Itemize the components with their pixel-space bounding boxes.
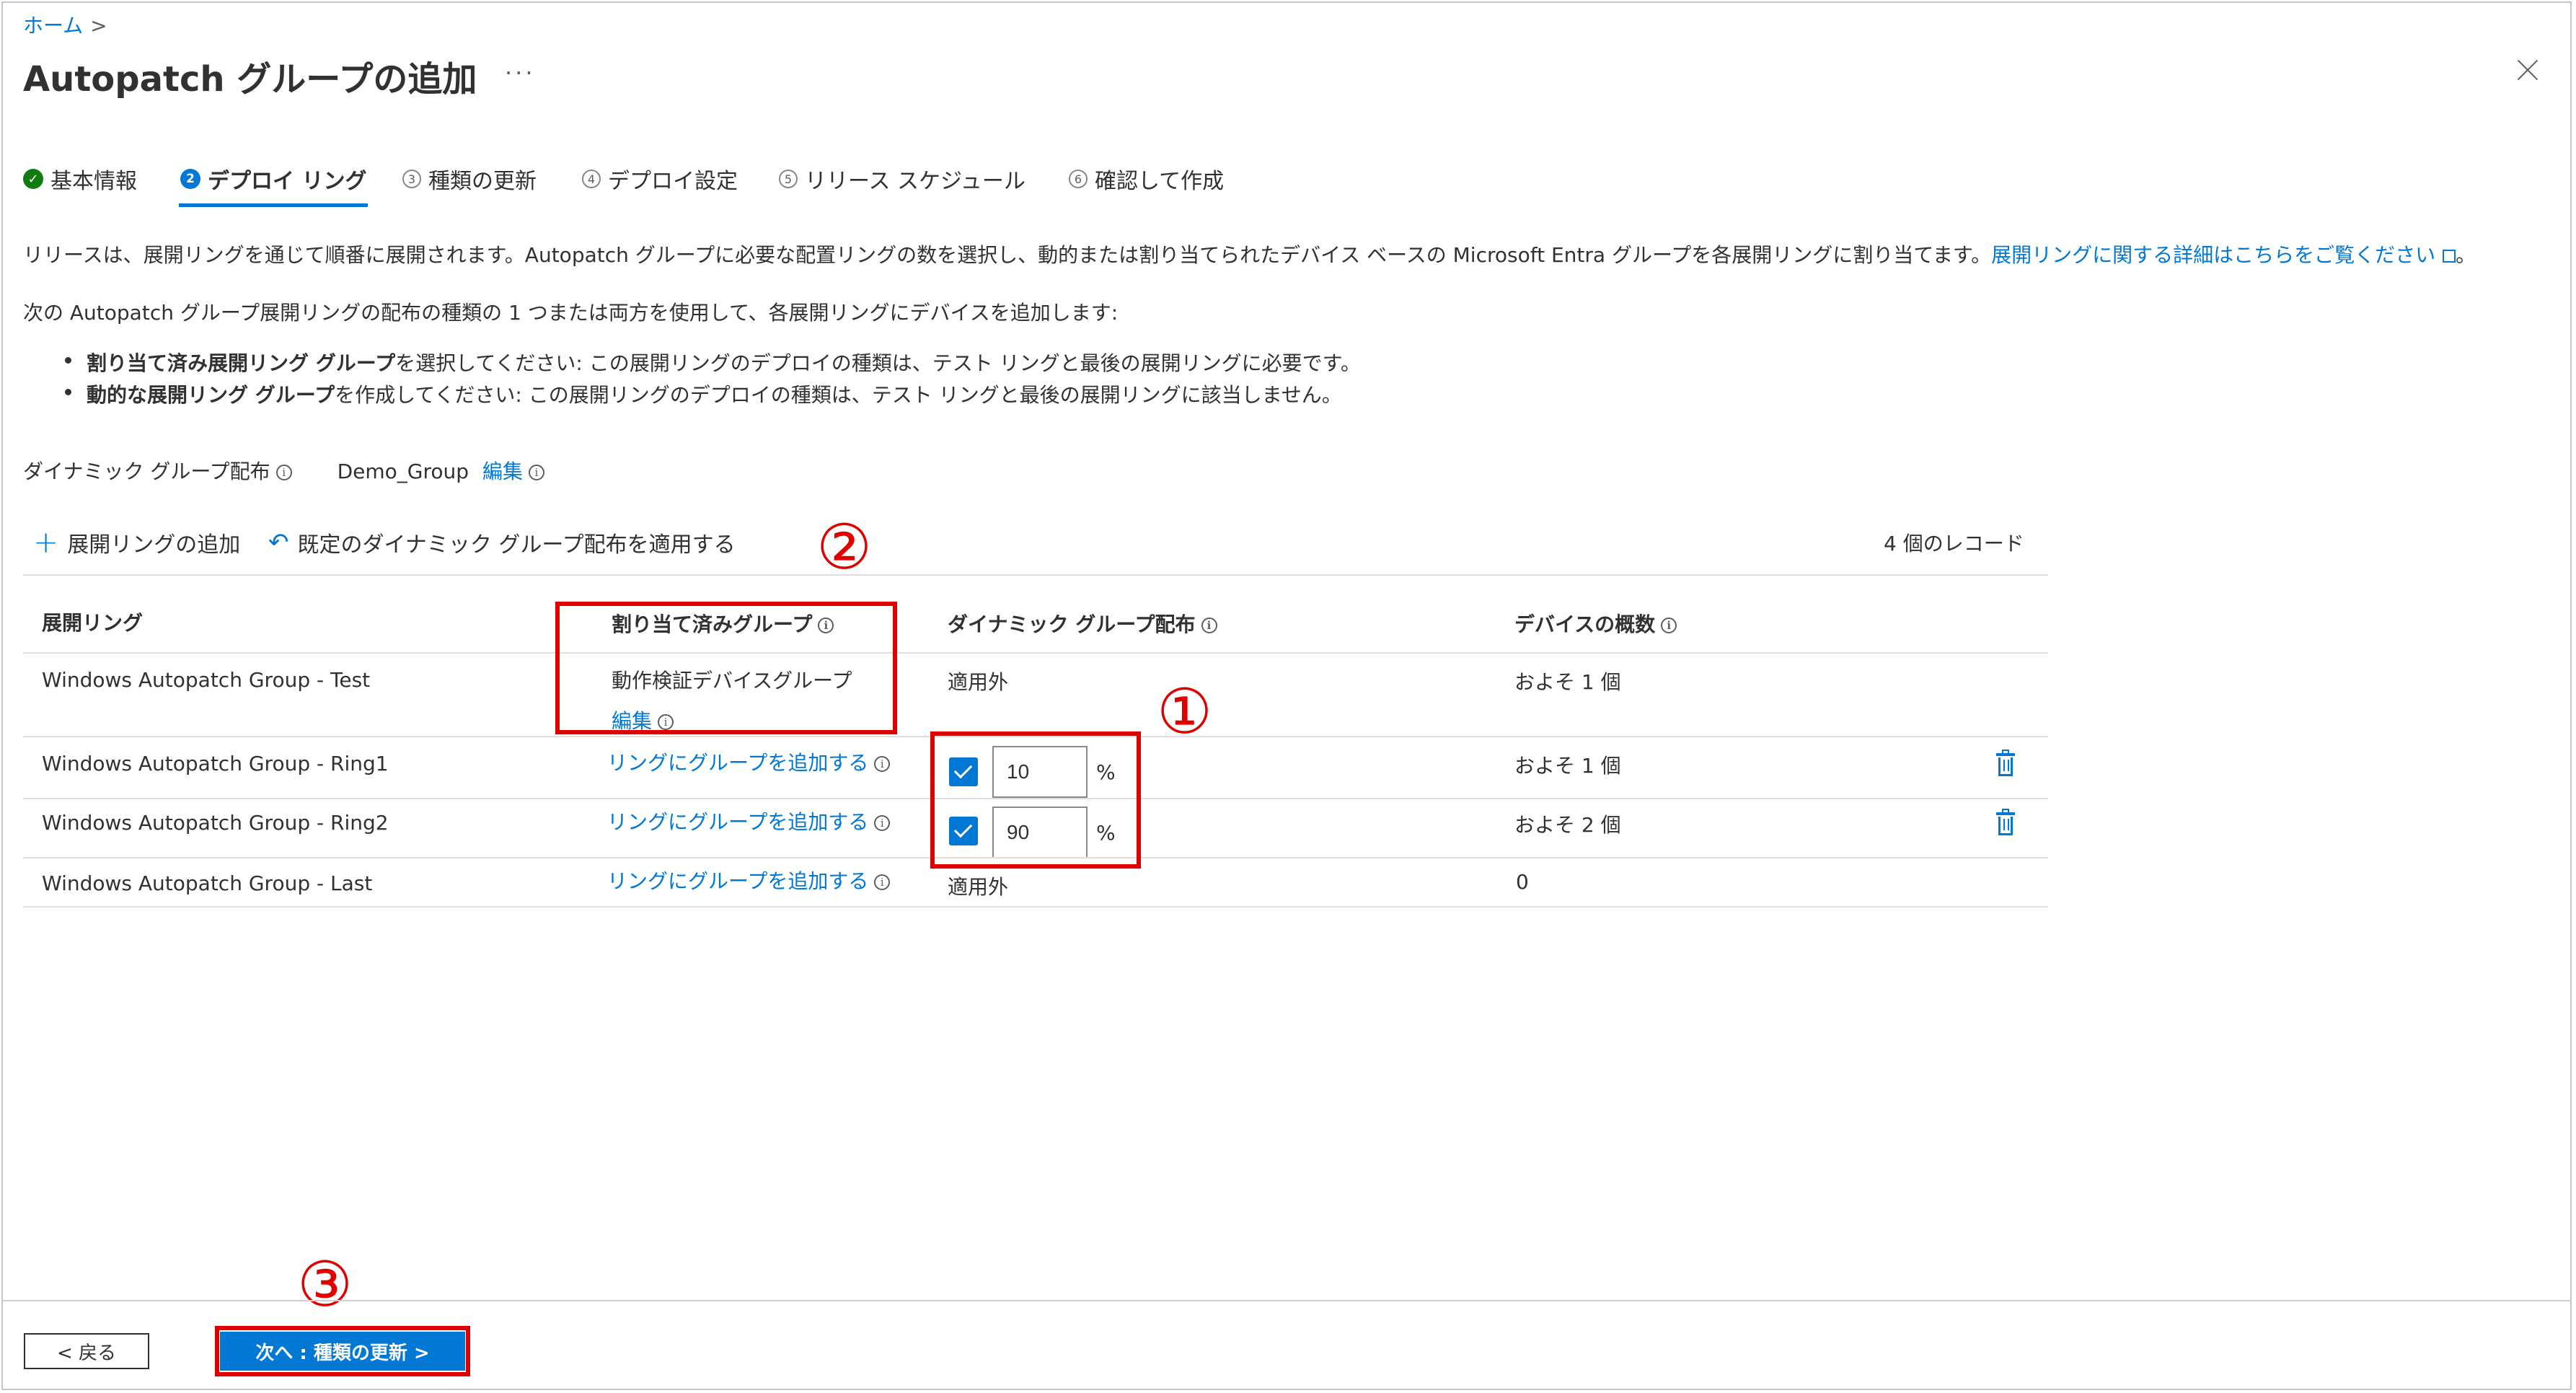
table-bottom-divider xyxy=(23,906,2048,908)
dynamic-distribution-edit-link[interactable]: 編集 xyxy=(482,460,523,483)
table-cell-ring: Windows Autopatch Group - Test xyxy=(42,668,371,692)
learn-more-link[interactable]: 展開リングに関する詳細はこちらをご覧ください xyxy=(1991,243,2435,267)
info-icon[interactable]: i xyxy=(1661,618,1677,633)
column-header-dynamic[interactable]: ダイナミック グループ配布 i xyxy=(948,609,1217,638)
apply-default-distribution-button[interactable]: ↶ 既定のダイナミック グループ配布を適用する xyxy=(268,527,736,558)
table-cell-devices: およそ 2 個 xyxy=(1514,813,1621,837)
info-icon[interactable]: i xyxy=(874,874,891,890)
window-frame xyxy=(1,1,2572,1390)
dynamic-distribution-row: ダイナミック グループ配布 i Demo_Group 編集 i xyxy=(23,456,544,485)
annotation-marker-2: ② xyxy=(816,511,873,584)
column-header-ring[interactable]: 展開リング xyxy=(42,607,143,636)
record-count: 4 個のレコード xyxy=(1884,532,2024,555)
instruction-bullet-assigned: 割り当て済み展開リング グループを選択してください: この展開リングのデプロイの… xyxy=(65,348,1361,377)
table-top-divider xyxy=(23,574,2048,576)
tab-label: 基本情報 xyxy=(50,169,137,194)
info-icon[interactable]: i xyxy=(874,815,891,831)
breadcrumb-home-link[interactable]: ホーム xyxy=(23,14,83,38)
more-options-icon[interactable]: ··· xyxy=(505,59,536,87)
column-header-devices[interactable]: デバイスの概数 i xyxy=(1514,609,1677,638)
table-cell-devices: およそ 1 個 xyxy=(1514,670,1621,694)
table-cell-ring: Windows Autopatch Group - Last xyxy=(42,871,373,895)
chevron-right-icon: > xyxy=(90,14,107,38)
close-icon[interactable] xyxy=(2515,56,2541,82)
breadcrumb: ホーム > xyxy=(23,10,107,39)
step-number-icon: 6 xyxy=(1069,170,1088,188)
add-group-to-ring-cell: リングにグループを追加する i xyxy=(607,807,891,835)
table-cell-dynamic: 適用外 xyxy=(948,875,1009,899)
dynamic-distribution-label: ダイナミック グループ配布 xyxy=(23,460,270,483)
tab-release-schedule[interactable]: 5 リリース スケジュール xyxy=(779,163,1025,195)
add-group-to-ring-link[interactable]: リングにグループを追加する xyxy=(607,751,868,775)
instructions-lead: 次の Autopatch グループ展開リングの配布の種類の 1 つまたは両方を使… xyxy=(23,301,1119,325)
dynamic-distribution-group: Demo_Group xyxy=(337,460,469,483)
tab-label: デプロイ リング xyxy=(208,169,367,194)
tab-update-types[interactable]: 3 種類の更新 xyxy=(402,163,537,195)
active-tab-indicator xyxy=(179,203,368,207)
table-cell-devices: 0 xyxy=(1516,870,1529,894)
table-cell-ring: Windows Autopatch Group - Ring1 xyxy=(42,752,389,775)
tab-deployment-settings[interactable]: 4 デプロイ設定 xyxy=(582,163,738,195)
page-title: Autopatch グループの追加 xyxy=(23,59,477,100)
step-number-icon: 4 xyxy=(582,170,601,188)
check-circle-icon: ✓ xyxy=(23,169,43,189)
info-icon[interactable]: i xyxy=(1201,618,1217,633)
add-ring-button[interactable]: + 展開リングの追加 xyxy=(33,527,240,558)
info-icon[interactable]: i xyxy=(528,465,544,480)
next-button[interactable]: 次へ : 種類の更新 > xyxy=(220,1332,465,1371)
table-cell-dynamic: 適用外 xyxy=(948,670,1009,694)
tab-review-create[interactable]: 6 確認して作成 xyxy=(1069,163,1224,195)
add-group-to-ring-cell: リングにグループを追加する i xyxy=(607,747,891,776)
row-divider xyxy=(23,652,2048,654)
annotation-marker-1: ① xyxy=(1157,676,1213,748)
tab-label: リリース スケジュール xyxy=(805,169,1025,194)
plus-icon: + xyxy=(33,524,59,560)
step-number-icon: 3 xyxy=(402,170,421,188)
annotation-marker-3: ③ xyxy=(297,1249,353,1321)
add-group-to-ring-cell: リングにグループを追加する i xyxy=(607,866,891,895)
info-icon[interactable]: i xyxy=(874,756,891,772)
annotation-box-assigned-group xyxy=(555,602,897,734)
intro-text: リリースは、展開リングを通じて順番に展開されます。Autopatch グループに… xyxy=(23,243,2476,267)
tab-label: 種類の更新 xyxy=(428,169,537,194)
delete-icon[interactable] xyxy=(1996,809,2015,835)
tab-label: デプロイ設定 xyxy=(608,169,738,194)
annotation-box-dynamic-percent xyxy=(930,731,1141,869)
add-group-to-ring-link[interactable]: リングにグループを追加する xyxy=(607,810,868,834)
step-number-icon: 5 xyxy=(779,170,798,188)
tab-basics[interactable]: ✓ 基本情報 xyxy=(23,163,137,195)
add-group-to-ring-link[interactable]: リングにグループを追加する xyxy=(607,869,868,893)
info-icon[interactable]: i xyxy=(275,465,292,480)
table-cell-ring: Windows Autopatch Group - Ring2 xyxy=(42,811,389,835)
table-cell-devices: およそ 1 個 xyxy=(1514,754,1621,778)
external-link-icon xyxy=(2443,250,2456,263)
undo-icon: ↶ xyxy=(268,528,289,557)
step-number-icon: 2 xyxy=(180,169,200,189)
tab-deployment-rings[interactable]: 2 デプロイ リング xyxy=(180,163,366,195)
tab-label: 確認して作成 xyxy=(1095,169,1225,194)
instruction-bullet-dynamic: 動的な展開リング グループを作成してください: この展開リングのデプロイの種類は… xyxy=(65,379,1342,408)
delete-icon[interactable] xyxy=(1996,750,2015,776)
footer-divider xyxy=(3,1300,2570,1301)
back-button[interactable]: < 戻る xyxy=(24,1333,149,1369)
